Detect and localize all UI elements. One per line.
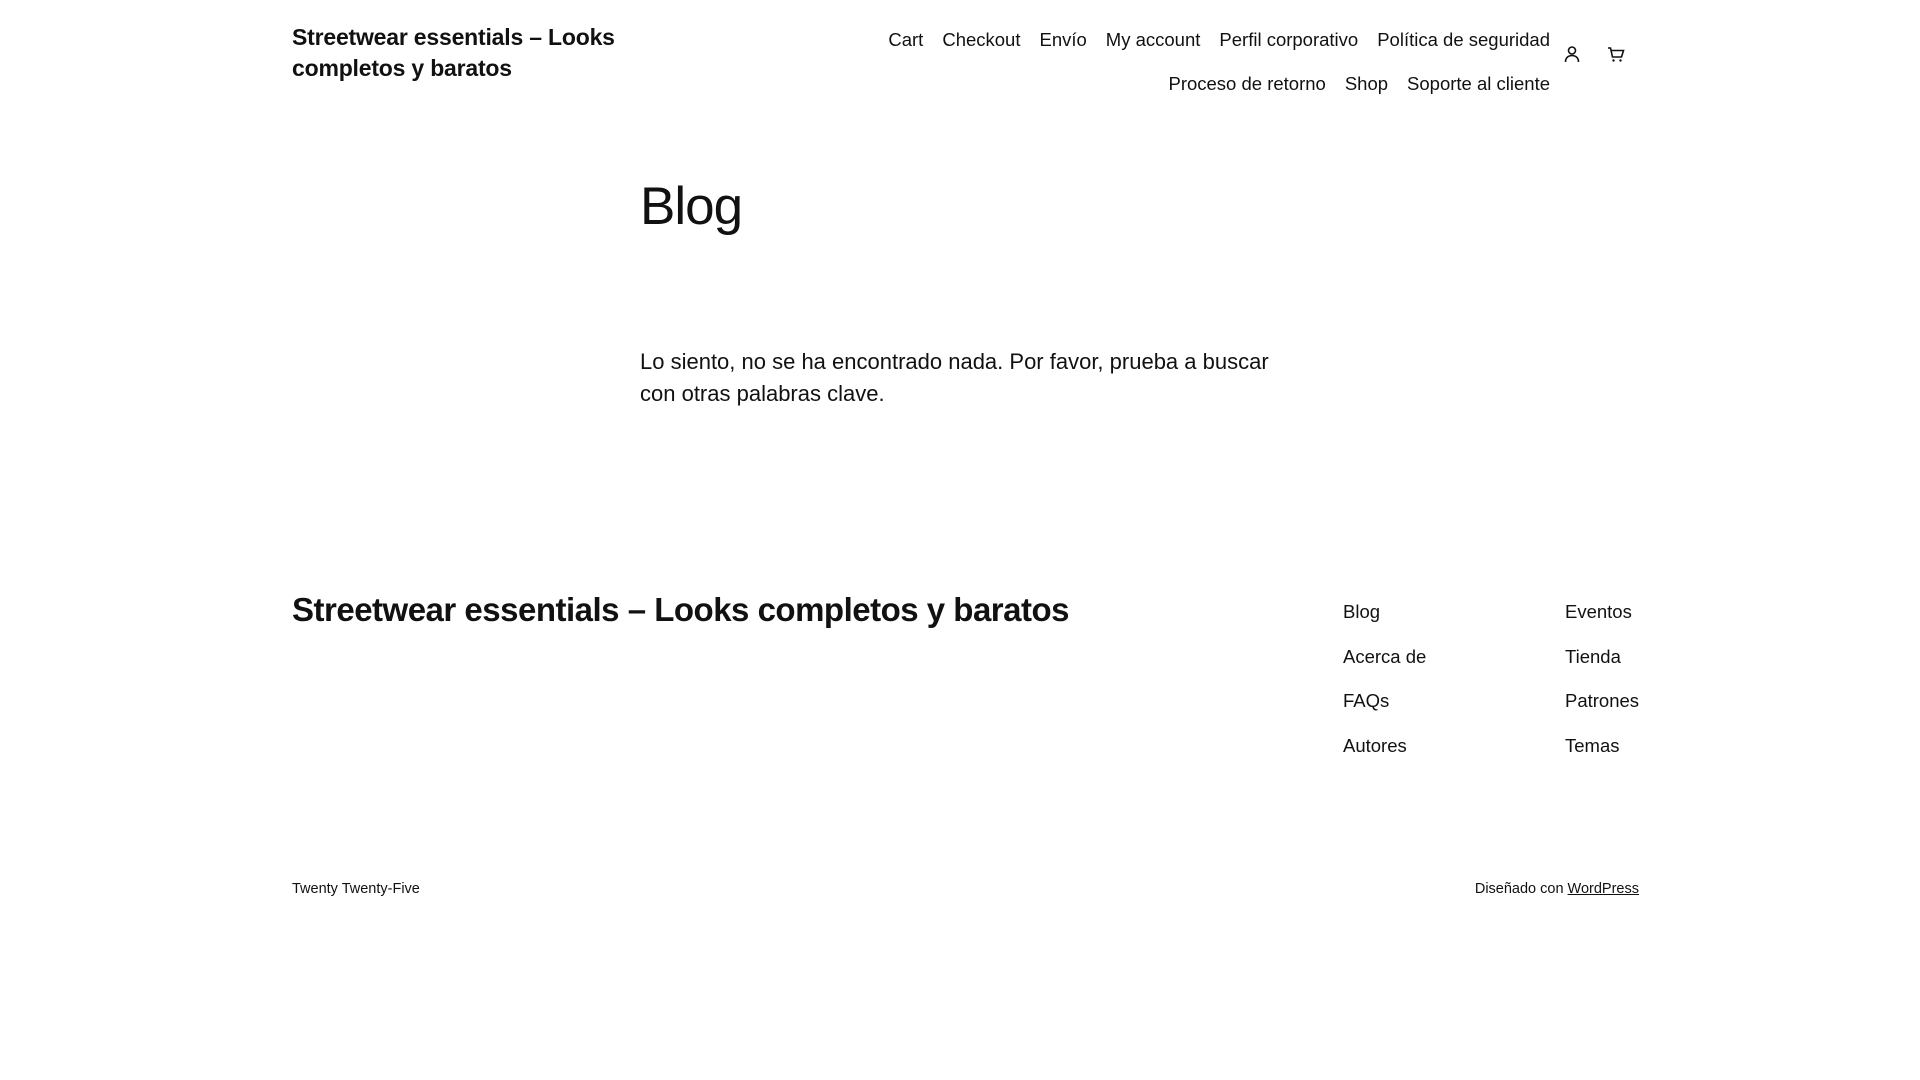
designed-with-credit: Diseñado con WordPress <box>1475 879 1639 899</box>
no-results-message: Lo siento, no se ha encontrado nada. Por… <box>640 349 1269 406</box>
nav-item-shop[interactable]: Shop <box>1345 62 1388 106</box>
nav-item-envio[interactable]: Envío <box>1039 18 1086 62</box>
theme-credit: Twenty Twenty-Five <box>292 881 420 897</box>
main-navigation: Cart Checkout Envío My account Perfil co… <box>830 18 1550 106</box>
footer-link-faqs[interactable]: FAQs <box>1343 679 1426 724</box>
footer-link-tienda[interactable]: Tienda <box>1565 635 1639 680</box>
nav-item-perfil-corporativo[interactable]: Perfil corporativo <box>1219 18 1358 62</box>
footer-site-title[interactable]: Streetwear essentials – Looks completos … <box>292 590 1070 630</box>
footer-nav-column-2: Eventos Tienda Patrones Temas <box>1565 590 1639 768</box>
footer-link-temas[interactable]: Temas <box>1565 724 1639 769</box>
footer-link-patrones[interactable]: Patrones <box>1565 679 1639 724</box>
nav-item-checkout[interactable]: Checkout <box>942 18 1020 62</box>
wordpress-link[interactable]: WordPress <box>1568 881 1639 897</box>
site-title[interactable]: Streetwear essentials – Looks completos … <box>292 22 652 84</box>
nav-item-proceso-de-retorno[interactable]: Proceso de retorno <box>1168 62 1325 106</box>
nav-item-cart[interactable]: Cart <box>888 18 923 62</box>
nav-row-2: Proceso de retorno Shop Soporte al clien… <box>830 62 1550 106</box>
footer-link-acerca-de[interactable]: Acerca de <box>1343 635 1426 680</box>
footer-link-eventos[interactable]: Eventos <box>1565 590 1639 635</box>
nav-item-politica-de-seguridad[interactable]: Política de seguridad <box>1377 18 1550 62</box>
nav-row-1: Cart Checkout Envío My account Perfil co… <box>830 18 1550 62</box>
account-icon[interactable] <box>1560 42 1584 66</box>
cart-icon[interactable] <box>1604 42 1628 66</box>
header-icons <box>1560 42 1628 66</box>
footer-link-autores[interactable]: Autores <box>1343 724 1426 769</box>
page: Streetwear essentials – Looks completos … <box>0 0 1920 1080</box>
nav-item-soporte-al-cliente[interactable]: Soporte al cliente <box>1407 62 1550 106</box>
footer-nav-column-1: Blog Acerca de FAQs Autores <box>1343 590 1426 768</box>
page-title: Blog <box>640 177 743 236</box>
footer-link-blog[interactable]: Blog <box>1343 590 1426 635</box>
designed-with-label: Diseñado con <box>1474 881 1564 897</box>
nav-item-my-account[interactable]: My account <box>1106 18 1201 62</box>
